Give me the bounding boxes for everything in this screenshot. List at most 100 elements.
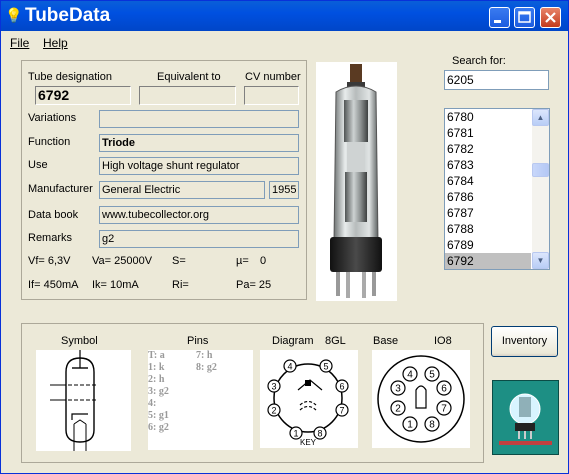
pin-diagram: KEY 1 2 3 4 5 6 7 8 bbox=[267, 359, 349, 447]
pin-entry: 3: g2 bbox=[148, 386, 169, 397]
pin-entry: 8: g2 bbox=[196, 362, 217, 373]
list-item[interactable]: 6788 bbox=[445, 221, 531, 237]
year-field[interactable]: 1955 bbox=[269, 181, 299, 199]
base-pin-label: 5 bbox=[429, 370, 435, 381]
list-scrollbar[interactable]: ▲ ▼ bbox=[532, 109, 549, 269]
base-pin-label: 1 bbox=[407, 420, 413, 431]
list-item[interactable]: 6783 bbox=[445, 157, 531, 173]
diagram-pin-label: 4 bbox=[287, 362, 292, 372]
base-diagram-box: 12 34 56 78 bbox=[372, 350, 470, 448]
menu-help-label: Help bbox=[43, 36, 68, 50]
base-pin: 2 bbox=[390, 400, 406, 416]
label-diagram: Diagram bbox=[272, 335, 314, 347]
data-book-field[interactable]: www.tubecollector.org bbox=[99, 206, 299, 224]
pin-entry: 4: bbox=[148, 398, 157, 409]
base-pin: 1 bbox=[402, 416, 418, 432]
base-diagram: 12 34 56 78 bbox=[377, 355, 465, 443]
menu-file-label: File bbox=[10, 36, 30, 50]
minimize-icon bbox=[494, 20, 501, 23]
diagram-pin: 1 bbox=[289, 426, 303, 440]
list-item[interactable]: 6782 bbox=[445, 141, 531, 157]
function-field[interactable]: Triode bbox=[99, 134, 299, 152]
maximize-button[interactable] bbox=[514, 7, 535, 28]
manufacturer-field[interactable]: General Electric bbox=[99, 181, 265, 199]
lightbulb-icon: 💡 bbox=[5, 7, 23, 23]
diagram-pin-label: 8 bbox=[317, 429, 322, 439]
label-diagram-code: 8GL bbox=[325, 335, 346, 347]
diagram-key-label: KEY bbox=[300, 438, 317, 447]
diagram-pin: 4 bbox=[283, 359, 297, 373]
list-item[interactable]: 6786 bbox=[445, 189, 531, 205]
close-icon bbox=[545, 12, 556, 23]
tube-list[interactable]: 6780 6781 6782 6783 6784 6786 6787 6788 6789 6792… bbox=[444, 108, 550, 270]
close-button[interactable] bbox=[540, 7, 561, 28]
base-pin: 8 bbox=[424, 416, 440, 432]
pins-column-2: 7: h 8: g2 bbox=[196, 350, 217, 374]
pin-entry: 1: k bbox=[148, 362, 165, 373]
maximize-icon bbox=[518, 11, 531, 23]
diagram-pin-label: 7 bbox=[339, 406, 344, 416]
base-pin-label: 4 bbox=[407, 370, 413, 381]
spec-ik: Ik= 10mA bbox=[92, 279, 139, 291]
scroll-up-button[interactable]: ▲ bbox=[532, 109, 549, 126]
tube-photo bbox=[316, 62, 397, 301]
use-field[interactable]: High voltage shunt regulator bbox=[99, 157, 299, 175]
pin-entry: 5: g1 bbox=[148, 410, 169, 421]
pin-entry: 7: h bbox=[196, 350, 213, 361]
base-pin-label: 8 bbox=[429, 420, 435, 431]
list-item[interactable]: 6789 bbox=[445, 237, 531, 253]
base-pin: 6 bbox=[436, 380, 452, 396]
label-symbol: Symbol bbox=[61, 335, 98, 347]
variations-field[interactable] bbox=[99, 110, 299, 128]
base-pin-label: 7 bbox=[441, 404, 447, 415]
tube-designation-field[interactable]: 6792 bbox=[35, 86, 131, 105]
label-pins: Pins bbox=[187, 335, 209, 347]
label-base-code: IO8 bbox=[434, 335, 452, 347]
spec-s: S= bbox=[172, 255, 186, 267]
pins-list: T: a 1: k 2: h 3: g2 4: 5: g1 6: g2 7: h 8: g2 bbox=[148, 350, 253, 450]
label-manufacturer: Manufacturer bbox=[28, 183, 93, 195]
spec-if: If= 450mA bbox=[28, 279, 79, 291]
list-item[interactable]: 6792 bbox=[445, 253, 531, 269]
base-pin: 7 bbox=[436, 400, 452, 416]
minimize-button[interactable] bbox=[489, 7, 510, 28]
diagram-pin: 7 bbox=[335, 403, 349, 417]
base-pin: 3 bbox=[390, 380, 406, 396]
triode-symbol bbox=[50, 350, 98, 451]
diagram-pin: 3 bbox=[267, 379, 281, 393]
cv-number-field[interactable] bbox=[244, 86, 299, 105]
inventory-button[interactable]: Inventory bbox=[491, 326, 558, 357]
base-pin: 4 bbox=[402, 366, 418, 382]
list-item[interactable]: 6781 bbox=[445, 125, 531, 141]
base-pin-label: 6 bbox=[441, 384, 447, 395]
pin-entry: 6: g2 bbox=[148, 422, 169, 433]
menu-file[interactable]: File bbox=[10, 36, 29, 50]
menu-bar: File Help bbox=[1, 32, 568, 54]
equivalent-field[interactable] bbox=[139, 86, 236, 105]
diagram-pin-label: 2 bbox=[271, 406, 276, 416]
title-bar[interactable]: 💡 TubeData bbox=[1, 1, 568, 31]
menu-help[interactable]: Help bbox=[43, 36, 68, 50]
base-pin-label: 2 bbox=[395, 404, 401, 415]
diagram-pin-label: 5 bbox=[323, 362, 328, 372]
spec-ri: Ri= bbox=[172, 279, 189, 291]
list-item[interactable]: 6784 bbox=[445, 173, 531, 189]
remarks-field[interactable]: g2 bbox=[99, 230, 299, 248]
tube-collector-logo[interactable] bbox=[492, 380, 559, 455]
spec-va: Va= 25000V bbox=[92, 255, 153, 267]
list-item[interactable]: 6780 bbox=[445, 109, 531, 125]
diagram-pin: 6 bbox=[335, 379, 349, 393]
label-tube-designation: Tube designation bbox=[28, 71, 112, 83]
scroll-down-button[interactable]: ▼ bbox=[532, 252, 549, 269]
base-pin: 5 bbox=[424, 366, 440, 382]
label-data-book: Data book bbox=[28, 209, 79, 221]
search-input[interactable]: 6205 bbox=[444, 70, 549, 90]
diagram-pin-label: 3 bbox=[271, 382, 276, 392]
label-remarks: Remarks bbox=[28, 232, 73, 244]
tube-logo-icon bbox=[493, 381, 558, 454]
label-variations: Variations bbox=[28, 112, 77, 124]
list-item[interactable]: 6787 bbox=[445, 205, 531, 221]
scroll-thumb[interactable] bbox=[532, 163, 549, 177]
label-base: Base bbox=[373, 335, 399, 347]
spec-pa: Pa= 25 bbox=[236, 279, 272, 291]
